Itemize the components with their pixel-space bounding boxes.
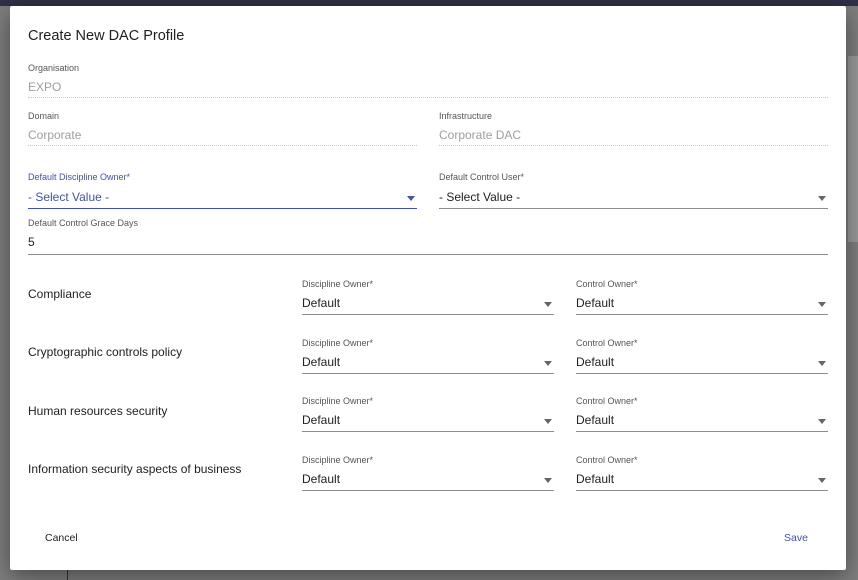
scrolled-row-peek xyxy=(28,512,188,516)
control-owner-value: Default xyxy=(576,296,615,310)
discipline-owner-value: Default xyxy=(302,413,341,427)
chevron-down-icon xyxy=(818,478,826,483)
domain-value: Corporate xyxy=(28,128,82,142)
row-discipline-owner-select[interactable]: Discipline Owner* Default xyxy=(302,338,554,374)
dialog-title: Create New DAC Profile xyxy=(28,28,185,44)
row-name-compliance: Compliance xyxy=(28,287,92,301)
row-control-owner-select[interactable]: Control Owner* Default xyxy=(576,338,828,374)
domain-field: Domain Corporate xyxy=(28,111,417,146)
create-dac-profile-dialog: Create New DAC Profile Organisation EXPO… xyxy=(10,6,846,570)
default-control-user-select[interactable]: Default Control User* - Select Value - xyxy=(439,172,828,209)
chevron-down-icon xyxy=(544,361,552,366)
discipline-owner-label: Discipline Owner* xyxy=(302,455,374,465)
discipline-owner-value: Default xyxy=(302,296,341,310)
grace-days-input[interactable]: Default Control Grace Days 5 xyxy=(28,218,828,255)
row-name-cryptographic: Cryptographic controls policy xyxy=(28,345,183,359)
row-name-human-resources: Human resources security xyxy=(28,404,168,418)
organisation-label: Organisation xyxy=(28,63,80,73)
row-discipline-owner-select[interactable]: Discipline Owner* Default xyxy=(302,455,554,491)
organisation-value: EXPO xyxy=(28,80,62,94)
discipline-owner-label: Discipline Owner* xyxy=(302,396,374,406)
organisation-field: Organisation EXPO xyxy=(28,63,828,98)
row-control-owner-select[interactable]: Control Owner* Default xyxy=(576,396,828,432)
infrastructure-value: Corporate DAC xyxy=(439,128,522,142)
chevron-down-icon xyxy=(544,419,552,424)
row-discipline-owner-select[interactable]: Discipline Owner* Default xyxy=(302,279,554,315)
control-owner-label: Control Owner* xyxy=(576,396,638,406)
grace-days-value: 5 xyxy=(28,235,35,249)
background-panel xyxy=(848,56,858,242)
chevron-down-icon xyxy=(544,302,552,307)
chevron-down-icon xyxy=(818,302,826,307)
default-discipline-owner-select[interactable]: Default Discipline Owner* - Select Value… xyxy=(28,172,417,209)
control-owner-label: Control Owner* xyxy=(576,338,638,348)
row-control-owner-select[interactable]: Control Owner* Default xyxy=(576,455,828,491)
grace-days-label: Default Control Grace Days xyxy=(28,218,139,228)
row-name-information-security: Information security aspects of business xyxy=(28,462,242,476)
default-control-user-label: Default Control User* xyxy=(439,172,525,182)
chevron-down-icon xyxy=(818,196,826,201)
control-owner-value: Default xyxy=(576,355,615,369)
default-discipline-owner-value: - Select Value - xyxy=(28,190,110,204)
discipline-owner-label: Discipline Owner* xyxy=(302,338,374,348)
infrastructure-label: Infrastructure xyxy=(439,111,493,121)
default-control-user-value: - Select Value - xyxy=(439,190,521,204)
discipline-owner-value: Default xyxy=(302,355,341,369)
save-button[interactable]: Save xyxy=(784,532,808,544)
chevron-down-icon xyxy=(818,419,826,424)
default-discipline-owner-label: Default Discipline Owner* xyxy=(28,172,131,182)
control-owner-label: Control Owner* xyxy=(576,279,638,289)
control-owner-label: Control Owner* xyxy=(576,455,638,465)
control-owner-value: Default xyxy=(576,472,615,486)
infrastructure-field: Infrastructure Corporate DAC xyxy=(439,111,828,146)
chevron-down-icon xyxy=(818,361,826,366)
chevron-down-icon xyxy=(544,478,552,483)
chevron-down-icon xyxy=(407,196,415,201)
row-discipline-owner-select[interactable]: Discipline Owner* Default xyxy=(302,396,554,432)
discipline-owner-label: Discipline Owner* xyxy=(302,279,374,289)
control-owner-value: Default xyxy=(576,413,615,427)
discipline-owner-value: Default xyxy=(302,472,341,486)
domain-label: Domain xyxy=(28,111,60,121)
row-control-owner-select[interactable]: Control Owner* Default xyxy=(576,279,828,315)
cancel-button[interactable]: Cancel xyxy=(45,532,78,544)
